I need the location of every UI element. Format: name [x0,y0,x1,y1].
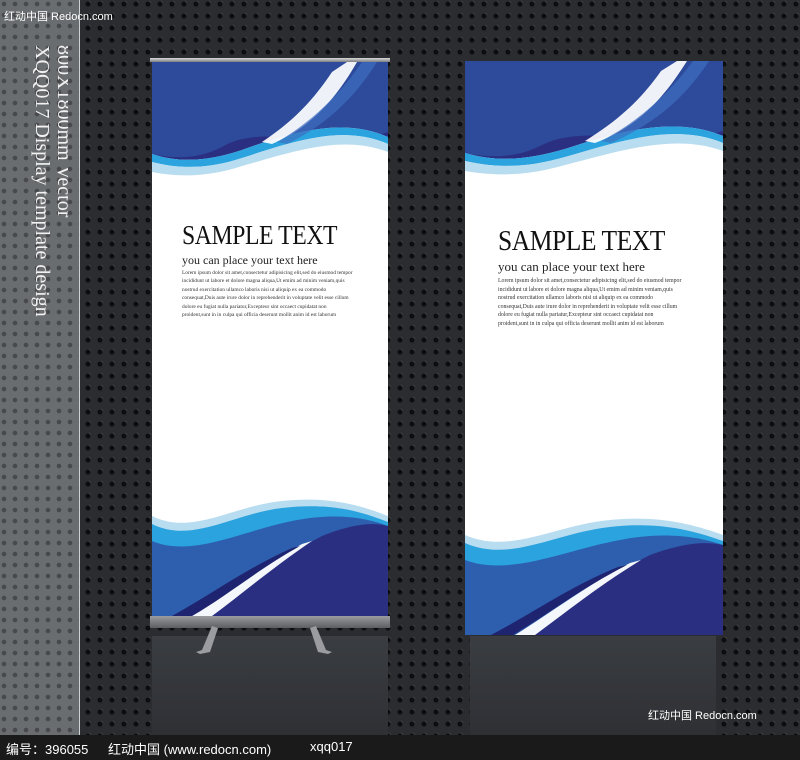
right-banner-body: Lorem ipsum dolor sit amet,consectetur a… [498,277,681,329]
body-line: dolore eu fugiat nulla pariatur,Excepteu… [498,312,654,319]
body-line: incididunt ut labore et dolore magna ali… [498,286,673,293]
footer-code: xqq017 [310,739,353,754]
body-line: proident,sunt in in culpa qui officia de… [182,312,337,319]
sidebar-panel: 红动中国 Redocn.com XQQ017 Display template … [0,0,113,735]
watermark-top: 红动中国 Redocn.com [4,11,113,23]
sidebar-divider [79,0,80,735]
left-banner-title: SAMPLE TEXT [182,220,338,250]
right-banner-title: SAMPLE TEXT [498,225,665,257]
footer-id: 编号：396055 [6,742,89,757]
right-banner: SAMPLE TEXT you can place your text here… [465,61,723,635]
body-line: Lorem ipsum dolor sit amet,consectetur a… [498,278,682,284]
right-banner-bottom-wave [465,518,723,635]
left-banner-subtitle: you can place your text here [182,253,318,267]
body-line: consequat,Duis aute irure dolor in repre… [498,303,678,310]
body-line: proident,sunt in in culpa qui officia de… [498,320,664,327]
left-banner-bottom-wave [152,499,388,616]
right-banner-top-wave [465,61,723,186]
right-banner-subtitle: you can place your text here [498,259,645,274]
caption-line-1: XQQ017 Display template design [31,45,53,317]
body-line: incididunt ut labore et dolore magna ali… [182,278,345,285]
body-line: nostrud exercitation ullamco laboris nis… [498,295,654,302]
body-line: Lorem ipsum dolor sit amet,consectetur a… [182,270,353,276]
footer-bar: 编号：396055 红动中国 (www.redocn.com) xqq017 [0,735,800,760]
body-line: dolore eu fugiat nulla pariatur,Excepteu… [182,303,327,310]
body-line: consequat,Duis aute irure dolor in repre… [182,295,349,302]
left-banner: SAMPLE TEXT you can place your text here… [152,62,388,616]
vertical-caption: XQQ017 Display template design 800X1800m… [18,45,68,395]
left-banner-top-wave [152,62,388,187]
left-stand-legs [196,626,332,654]
caption-line-2: 800X1800mm Vector [53,45,68,218]
watermark-bottom: 红动中国 Redocn.com [648,710,757,722]
body-line: nostrud exercitation ullamco laboris nis… [182,286,327,293]
footer-site: 红动中国 (www.redocn.com) [108,742,272,757]
pattern-background: 红动中国 Redocn.com XQQ017 Display template … [0,0,800,735]
left-banner-body: Lorem ipsum dolor sit amet,consectetur a… [182,269,353,319]
